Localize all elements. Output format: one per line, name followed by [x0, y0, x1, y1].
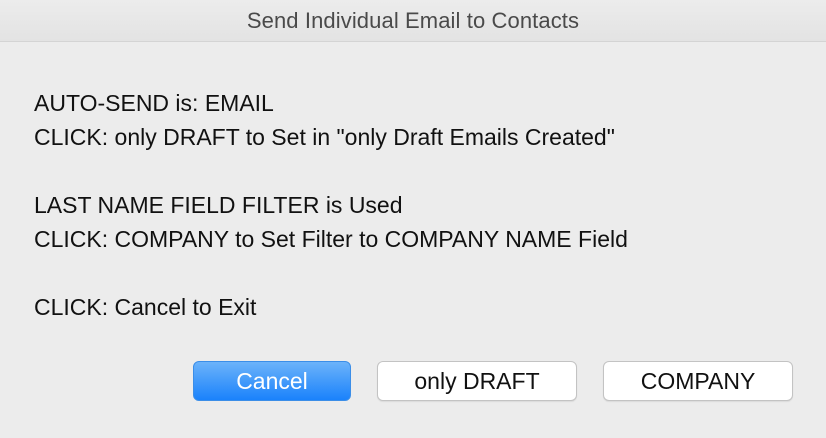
message-line-company-instruction: CLICK: COMPANY to Set Filter to COMPANY … — [34, 226, 628, 252]
company-button[interactable]: COMPANY — [603, 361, 793, 401]
dialog-window: Send Individual Email to Contacts AUTO-S… — [0, 0, 826, 438]
title-bar[interactable]: Send Individual Email to Contacts — [0, 0, 826, 42]
message-line-auto-send: AUTO-SEND is: EMAIL — [34, 90, 274, 116]
window-title: Send Individual Email to Contacts — [246, 7, 580, 33]
message-line-draft-instruction: CLICK: only DRAFT to Set in "only Draft … — [34, 124, 615, 150]
message-line-filter-status: LAST NAME FIELD FILTER is Used — [34, 192, 403, 218]
message-line-cancel-instruction: CLICK: Cancel to Exit — [34, 294, 257, 320]
dialog-message: AUTO-SEND is: EMAIL CLICK: only DRAFT to… — [34, 86, 794, 324]
only-draft-button[interactable]: only DRAFT — [377, 361, 577, 401]
cancel-button[interactable]: Cancel — [193, 361, 351, 401]
